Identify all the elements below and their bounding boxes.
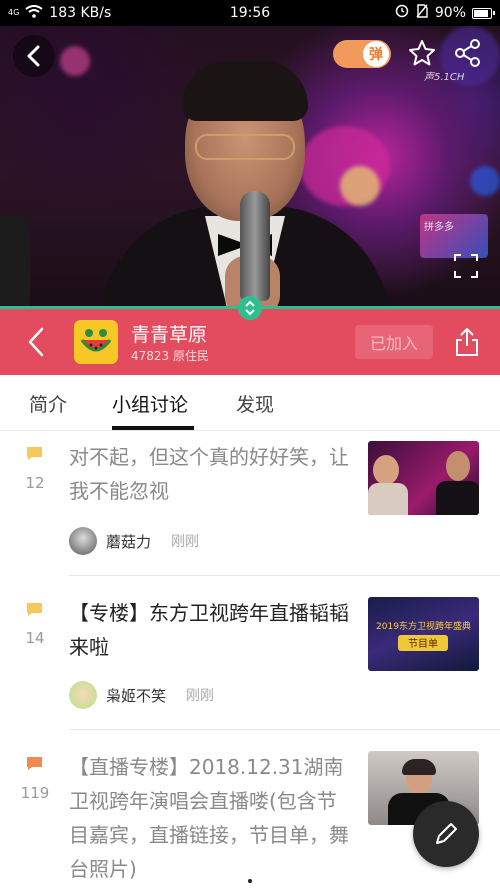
person-hair <box>182 61 308 121</box>
group-name: 青青草原 <box>131 324 208 346</box>
background-person <box>0 216 30 308</box>
comment-icon <box>27 447 42 460</box>
star-icon <box>409 40 435 66</box>
stage-light <box>470 166 500 196</box>
stage-light <box>60 46 90 76</box>
user-avatar <box>69 527 97 555</box>
active-tab-indicator <box>112 426 194 430</box>
back-arrow-icon <box>27 45 40 67</box>
alarm-icon <box>395 4 409 22</box>
post-author[interactable]: 蘑菇力 刚刚 <box>69 526 199 556</box>
post-thumbnail: 2019东方卫视跨年盛典 节目单 <box>368 597 479 671</box>
status-right: 90% <box>395 4 495 22</box>
danmaku-toggle[interactable]: 弹 <box>333 40 391 68</box>
tab-intro[interactable]: 简介 <box>29 390 67 417</box>
favorite-star-button[interactable] <box>407 38 437 68</box>
post-item[interactable]: 14 【专楼】东方卫视跨年直播韬韬来啦 2019东方卫视跨年盛典 节目单 枭姬不… <box>0 576 500 730</box>
tab-discover[interactable]: 发现 <box>236 390 274 417</box>
screen: 4G 183 KB/s 19:56 90% 弹 声5.1CH 拼多多 青青草原 … <box>0 0 500 888</box>
group-members: 47823 原住民 <box>131 349 209 363</box>
comment-count: 119 <box>20 784 50 802</box>
nav-indicator-dot <box>248 879 252 883</box>
expand-arrows-icon <box>245 300 255 316</box>
tab-discussion[interactable]: 小组讨论 <box>112 390 188 417</box>
resize-handle[interactable] <box>238 296 262 320</box>
no-sim-icon <box>415 4 429 22</box>
share-nodes-icon <box>455 39 480 67</box>
battery-icon <box>472 7 495 19</box>
channel-watermark: 声5.1CH <box>424 72 465 83</box>
post-title: 【专楼】东方卫视跨年直播韬韬来啦 <box>69 601 349 659</box>
user-name: 枭姬不笑 <box>106 686 167 705</box>
back-chevron-icon <box>28 327 44 357</box>
post-title: 【直播专楼】2018.12.31湖南卫视跨年演唱会直播喽(包含节目嘉宾，直播链接… <box>69 755 349 881</box>
thumb-face <box>373 455 399 485</box>
video-share-button[interactable] <box>453 38 483 68</box>
network-type: 4G <box>8 8 20 17</box>
video-back-button[interactable] <box>13 35 55 77</box>
thumb-body <box>368 483 408 515</box>
status-left: 4G 183 KB/s <box>8 4 188 22</box>
microphone <box>240 191 270 301</box>
danmaku-knob: 弹 <box>363 41 389 67</box>
comment-icon <box>27 757 42 770</box>
watermelon-icon <box>74 320 118 364</box>
post-thumbnail <box>368 441 479 515</box>
thumb-body <box>436 481 479 515</box>
group-avatar[interactable] <box>74 320 118 364</box>
fullscreen-button[interactable] <box>452 252 480 280</box>
post-author[interactable]: 枭姬不笑 刚刚 <box>69 680 214 710</box>
post-time: 刚刚 <box>186 688 215 704</box>
user-avatar <box>69 681 97 709</box>
joined-button[interactable]: 已加入 <box>355 325 433 359</box>
comment-count: 12 <box>25 474 45 492</box>
group-back-button[interactable] <box>22 326 52 358</box>
thumb-face <box>446 451 470 481</box>
fullscreen-icon <box>454 254 478 278</box>
post-time: 刚刚 <box>171 534 200 550</box>
post-title: 对不起，但这个真的好好笑，让我不能忽视 <box>69 445 349 503</box>
thumb-banner-sub: 节目单 <box>398 635 448 651</box>
thumb-hair <box>402 759 436 775</box>
share-upload-icon <box>456 328 478 356</box>
stage-light <box>340 166 380 206</box>
pencil-icon <box>436 823 457 844</box>
user-name: 蘑菇力 <box>106 532 152 551</box>
comment-count: 14 <box>25 629 45 647</box>
video-player[interactable]: 弹 声5.1CH 拼多多 <box>0 26 500 308</box>
status-bar: 4G 183 KB/s 19:56 90% <box>0 0 500 26</box>
post-item[interactable]: 12 对不起，但这个真的好好笑，让我不能忽视 蘑菇力 刚刚 <box>0 432 500 576</box>
battery-percent: 90% <box>434 5 466 21</box>
glasses <box>195 134 295 160</box>
comment-icon <box>27 603 42 616</box>
battery-fill <box>474 9 488 17</box>
write-post-button[interactable] <box>413 801 479 867</box>
tab-bar: 简介 小组讨论 发现 <box>0 375 500 431</box>
wifi-icon <box>25 4 43 22</box>
group-share-button[interactable] <box>453 326 481 358</box>
network-speed: 183 KB/s <box>49 5 112 21</box>
